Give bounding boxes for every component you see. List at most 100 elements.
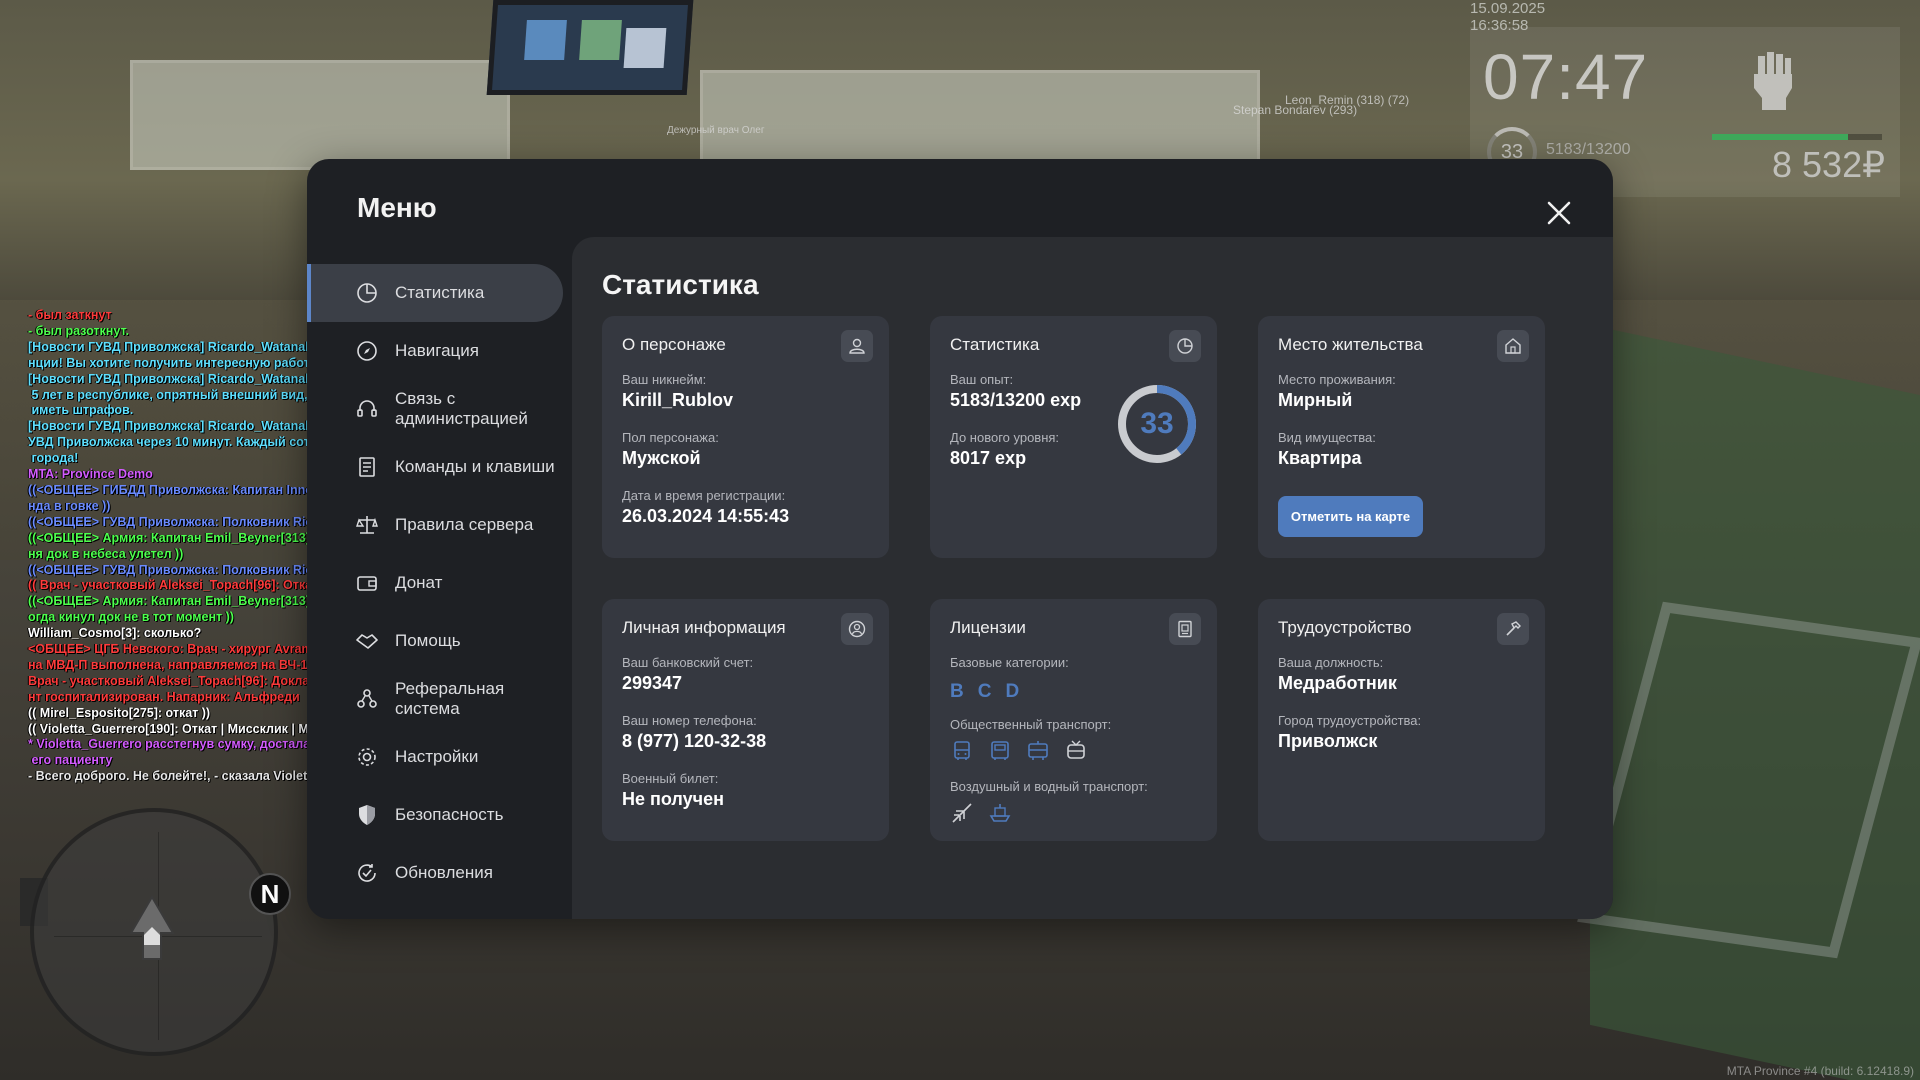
background-shelf <box>700 70 1260 170</box>
background-shelf <box>130 60 510 170</box>
property-type-label: Вид имущества: <box>1278 430 1376 445</box>
sidebar-item-label: Безопасность <box>395 805 504 824</box>
referral-icon <box>357 689 377 708</box>
gender-label: Пол персонажа: <box>622 430 719 445</box>
card-icon-box <box>841 613 873 645</box>
work-city-value: Приволжск <box>1278 731 1378 751</box>
sidebar-item-label: Команды и клавиши <box>395 457 555 476</box>
build-info: MTA Province #4 (build: 6.12418.9) <box>1726 1064 1914 1078</box>
exp-label: Ваш опыт: <box>950 372 1014 387</box>
license-categories: B C D <box>950 681 1019 703</box>
wallet-icon <box>357 576 377 591</box>
residence-place-value: Мирный <box>1278 390 1353 410</box>
residence-place-label: Место проживания: <box>1278 372 1396 387</box>
card-icon-box <box>1169 613 1201 645</box>
card-title: Статистика <box>950 335 1040 354</box>
bank-account-label: Ваш банковский счет: <box>622 655 754 670</box>
base-categories-label: Базовые категории: <box>950 655 1069 670</box>
exp-value: 5183/13200 exp <box>950 390 1082 410</box>
sidebar-item-updates[interactable]: Обновления <box>307 844 563 902</box>
user-circle-icon <box>848 620 866 638</box>
scales-icon <box>356 516 378 534</box>
card-icon-box <box>1497 613 1529 645</box>
close-icon[interactable] <box>1539 193 1579 233</box>
gender-value: Мужской <box>622 448 701 468</box>
hud-datetime: 15.09.2025 16:36:58 <box>1470 0 1546 34</box>
card-employment: Трудоустройство Ваша должность: Медработ… <box>1258 599 1545 841</box>
mark-on-map-button[interactable]: Отметить на карте <box>1278 496 1423 537</box>
background-monitor <box>486 0 694 95</box>
sidebar-item-label: Статистика <box>395 283 485 302</box>
military-id-label: Военный билет: <box>622 771 719 786</box>
phone-value: 8 (977) 120-32-38 <box>622 731 767 751</box>
license-category: C <box>977 681 992 702</box>
hud-exp: 5183/13200 <box>1546 141 1631 158</box>
sidebar-item-rules[interactable]: Правила сервера <box>307 496 563 554</box>
sidebar-item-label: Настройки <box>395 747 479 766</box>
registration-label: Дата и время регистрации: <box>622 488 786 503</box>
sidebar-item-security[interactable]: Безопасность <box>307 786 563 844</box>
nickname-value: Kirill_Rublov <box>622 390 734 410</box>
boat-icon <box>989 804 1011 822</box>
bus-icon <box>991 741 1009 760</box>
hud-clock: 07:47 <box>1483 41 1649 113</box>
trolleybus-icon <box>1067 740 1085 759</box>
work-city-label: Город трудоустройства: <box>1278 713 1422 728</box>
card-icon-box <box>841 330 873 362</box>
card-character: О персонаже Ваш никнейм: Kirill_Rublov П… <box>602 316 889 558</box>
page-title: Статистика <box>602 269 759 300</box>
property-type-value: Квартира <box>1278 448 1362 468</box>
npc-label: Дежурный врач Олег <box>667 125 765 136</box>
sidebar-item-label: Помощь <box>395 631 461 650</box>
card-statistics: Статистика Ваш опыт: 5183/13200 exp До н… <box>930 316 1217 558</box>
license-icon <box>1178 620 1192 638</box>
handshake-icon <box>356 634 378 649</box>
bus-icon <box>954 741 970 760</box>
sidebar-item-label: Навигация <box>395 341 479 360</box>
sidebar-item-commands[interactable]: Команды и клавиши <box>307 438 563 496</box>
sidebar-item-help[interactable]: Помощь <box>307 612 563 670</box>
sidebar-item-label: Правила сервера <box>395 515 534 534</box>
level-number: 33 <box>1140 407 1174 440</box>
content-panel: Статистика О персонаже Ваш никнейм: Kiri… <box>572 237 1613 919</box>
air-water-transport-label: Воздушный и водный транспорт: <box>950 779 1148 794</box>
card-icon-box <box>1169 330 1201 362</box>
compass-north-icon: N <box>249 873 291 915</box>
sidebar-item-statistics[interactable]: Статистика <box>307 264 563 322</box>
sidebar-item-referral[interactable]: Реферальная система <box>307 670 563 728</box>
hud-health-fill <box>1712 134 1848 140</box>
license-category: B <box>950 681 964 702</box>
hud-health-bar <box>1712 134 1882 140</box>
gear-icon <box>358 748 376 766</box>
hammer-icon <box>1506 621 1521 636</box>
license-category: D <box>1005 681 1020 702</box>
shield-icon <box>359 805 375 825</box>
sidebar-item-admin-contact[interactable]: Связь с администрацией <box>307 380 563 438</box>
card-title: Место жительства <box>1278 335 1423 354</box>
nickname-label: Ваш никнейм: <box>622 372 707 387</box>
sidebar-item-label: Связь с администрацией <box>395 389 528 428</box>
air-water-transport-icons <box>950 801 1012 825</box>
card-icon-box <box>1497 330 1529 362</box>
sidebar-item-donate[interactable]: Донат <box>307 554 563 612</box>
update-icon <box>358 864 376 882</box>
card-title: О персонаже <box>622 335 726 354</box>
pie-chart-icon <box>1177 338 1193 354</box>
pie-chart-icon <box>357 283 377 303</box>
compass-icon <box>357 341 377 361</box>
tram-icon <box>1028 741 1048 760</box>
phone-label: Ваш номер телефона: <box>622 713 757 728</box>
headset-icon <box>357 400 377 417</box>
next-level-label: До нового уровня: <box>950 430 1060 445</box>
player-marker-icon <box>129 895 175 960</box>
card-title: Трудоустройство <box>1278 618 1412 637</box>
plane-icon <box>952 803 972 823</box>
document-icon <box>359 457 375 477</box>
bank-account-value: 299347 <box>622 673 683 693</box>
public-transport-icons <box>950 739 1088 763</box>
hud-money: 8 532₽ <box>1772 144 1885 185</box>
next-level-value: 8017 exp <box>950 448 1027 468</box>
sidebar-item-navigation[interactable]: Навигация <box>307 322 563 380</box>
sidebar-item-settings[interactable]: Настройки <box>307 728 563 786</box>
menu-modal: Меню Статистика Навигация Связь с админи… <box>307 159 1613 919</box>
